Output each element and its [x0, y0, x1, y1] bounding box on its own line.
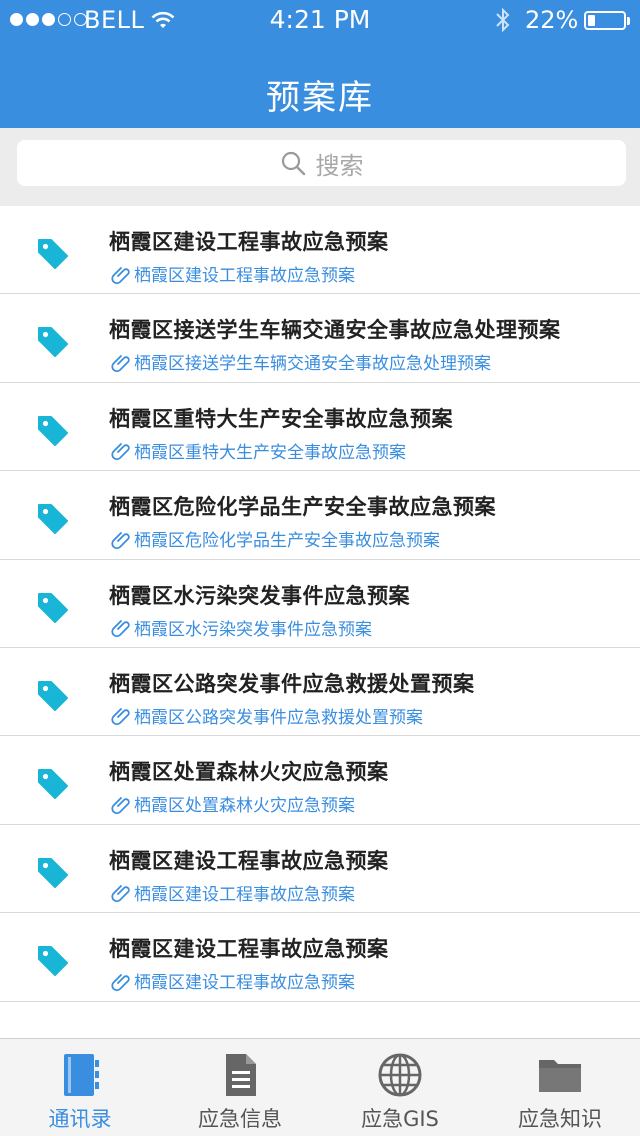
tag-icon: [38, 504, 68, 535]
tab-label: 应急GIS: [361, 1107, 439, 1131]
tab-label: 应急知识: [518, 1107, 602, 1131]
plan-list-item[interactable]: 栖霞区建设工程事故应急预案 栖霞区建设工程事故应急预案: [0, 825, 640, 914]
tag-icon: [38, 327, 68, 358]
tag-icon: [38, 680, 68, 711]
tag-icon: [38, 769, 68, 800]
plan-title: 栖霞区处置森林火灾应急预案: [109, 760, 389, 785]
paperclip-icon: [111, 796, 130, 814]
plan-list-item[interactable]: 栖霞区处置森林火灾应急预案 栖霞区处置森林火灾应急预案: [0, 736, 640, 825]
status-bar: BELL 4:21 PM 22%: [0, 0, 640, 40]
tab-emergency-info[interactable]: 应急信息: [160, 1039, 320, 1136]
plan-list-item[interactable]: 栖霞区水污染突发事件应急预案 栖霞区水污染突发事件应急预案: [0, 560, 640, 648]
paperclip-icon: [111, 266, 130, 284]
paperclip-icon: [111, 531, 130, 549]
plan-attachment-link[interactable]: 栖霞区水污染突发事件应急预案: [109, 615, 372, 640]
page-title: 预案库: [266, 78, 374, 118]
tab-emergency-gis[interactable]: 应急GIS: [320, 1039, 480, 1136]
search-placeholder: 搜索: [315, 151, 364, 180]
app-header: BELL 4:21 PM 22% 预案库: [0, 0, 640, 128]
bluetooth-icon: [496, 7, 510, 33]
folder-icon: [539, 1060, 581, 1092]
plan-title: 栖霞区接送学生车辆交通安全事故应急处理预案: [109, 318, 561, 343]
plan-link-text: 栖霞区建设工程事故应急预案: [134, 266, 355, 286]
plan-attachment-link[interactable]: 栖霞区处置森林火灾应急预案: [109, 791, 355, 816]
plan-attachment-link[interactable]: 栖霞区重特大生产安全事故应急预案: [109, 438, 406, 463]
plan-list-item[interactable]: 栖霞区危险化学品生产安全事故应急预案 栖霞区危险化学品生产安全事故应急预案: [0, 471, 640, 560]
tab-bar: 通讯录 应急信息 应急GIS 应急知识: [0, 1038, 640, 1136]
plan-title: 栖霞区建设工程事故应急预案: [109, 230, 389, 254]
plan-title: 栖霞区危险化学品生产安全事故应急预案: [109, 495, 496, 520]
plan-title: 栖霞区建设工程事故应急预案: [109, 848, 389, 873]
tag-icon: [38, 592, 68, 623]
plan-list-item[interactable]: 栖霞区建设工程事故应急预案 栖霞区建设工程事故应急预案: [0, 913, 640, 1002]
search-input[interactable]: 搜索: [17, 140, 626, 186]
plan-title: 栖霞区公路突发事件应急救援处置预案: [109, 671, 475, 696]
plan-attachment-link[interactable]: 栖霞区建设工程事故应急预案: [109, 968, 355, 993]
plan-title: 栖霞区重特大生产安全事故应急预案: [109, 406, 453, 431]
plan-title: 栖霞区水污染突发事件应急预案: [109, 583, 410, 608]
paperclip-icon: [111, 620, 130, 638]
tag-icon: [38, 239, 68, 269]
battery-percentage: 22%: [525, 6, 579, 34]
plan-list-item[interactable]: 栖霞区建设工程事故应急预案 栖霞区建设工程事故应急预案: [0, 206, 640, 295]
plan-link-text: 栖霞区重特大生产安全事故应急预案: [134, 442, 406, 463]
battery-icon: [584, 11, 630, 30]
paperclip-icon: [111, 354, 130, 372]
document-icon: [226, 1054, 256, 1096]
plan-link-text: 栖霞区水污染突发事件应急预案: [134, 619, 372, 640]
tag-icon: [38, 857, 68, 888]
plan-link-text: 栖霞区建设工程事故应急预案: [134, 973, 355, 994]
plan-attachment-link[interactable]: 栖霞区公路突发事件应急救援处置预案: [109, 703, 423, 728]
plan-list-item[interactable]: 栖霞区公路突发事件应急救援处置预案 栖霞区公路突发事件应急救援处置预案: [0, 648, 640, 737]
plan-list: 栖霞区建设工程事故应急预案 栖霞区建设工程事故应急预案 栖霞区接送学生车辆交通安…: [0, 206, 640, 1002]
plan-list-item[interactable]: 栖霞区接送学生车辆交通安全事故应急处理预案 栖霞区接送学生车辆交通安全事故应急处…: [0, 294, 640, 383]
tab-emergency-knowledge[interactable]: 应急知识: [480, 1039, 640, 1136]
search-icon: [281, 151, 305, 176]
plan-link-text: 栖霞区接送学生车辆交通安全事故应急处理预案: [134, 354, 491, 375]
plan-title: 栖霞区建设工程事故应急预案: [109, 937, 389, 962]
tab-contacts[interactable]: 通讯录: [0, 1039, 160, 1136]
search-bar-area: 搜索: [0, 128, 640, 206]
tag-icon: [38, 415, 68, 446]
plan-attachment-link[interactable]: 栖霞区接送学生车辆交通安全事故应急处理预案: [109, 349, 491, 374]
contacts-book-icon: [64, 1054, 99, 1096]
plan-link-text: 栖霞区处置森林火灾应急预案: [134, 796, 355, 817]
globe-icon: [378, 1053, 422, 1097]
paperclip-icon: [111, 885, 130, 903]
plan-attachment-link[interactable]: 栖霞区建设工程事故应急预案: [109, 261, 355, 286]
paperclip-icon: [111, 443, 130, 461]
paperclip-icon: [111, 973, 130, 991]
paperclip-icon: [111, 708, 130, 726]
plan-link-text: 栖霞区危险化学品生产安全事故应急预案: [134, 531, 440, 552]
tab-label: 通讯录: [48, 1107, 112, 1131]
plan-list-item[interactable]: 栖霞区重特大生产安全事故应急预案 栖霞区重特大生产安全事故应急预案: [0, 383, 640, 472]
plan-link-text: 栖霞区公路突发事件应急救援处置预案: [134, 707, 423, 728]
plan-attachment-link[interactable]: 栖霞区危险化学品生产安全事故应急预案: [109, 526, 440, 551]
plan-link-text: 栖霞区建设工程事故应急预案: [134, 884, 355, 905]
tab-label: 应急信息: [198, 1107, 282, 1131]
plan-attachment-link[interactable]: 栖霞区建设工程事故应急预案: [109, 880, 355, 905]
tag-icon: [38, 946, 68, 977]
